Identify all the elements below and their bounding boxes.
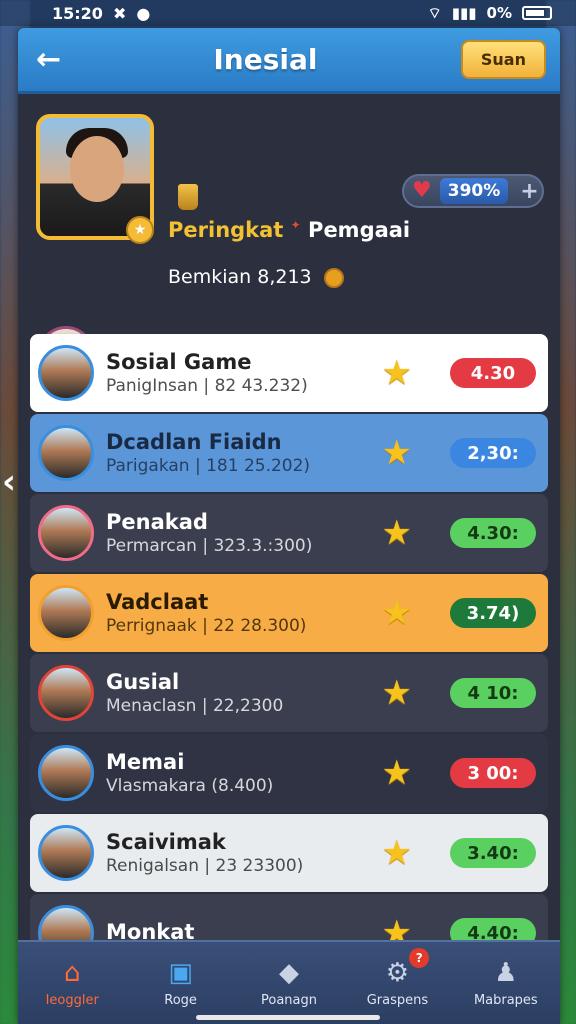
nav-label: Graspens [366, 992, 429, 1008]
star-icon: ★ [381, 833, 412, 873]
avatar [38, 425, 94, 481]
score-badge: 3.74) [450, 598, 536, 628]
player-detail: Permarcan | 323.3.:300) [106, 536, 313, 556]
nav-item-box[interactable]: ◆ Poanagn [235, 942, 343, 1024]
box-icon: ◆ [279, 957, 300, 988]
player-name: Vadclaat [106, 590, 209, 614]
profile-subtitle: Bemkian 8,213 [168, 266, 344, 288]
header-action-button[interactable]: Suan [460, 40, 546, 79]
leaderboard-row[interactable]: Scaivimak Renigalsan | 23 23300) ★ 3.40: [30, 814, 548, 892]
player-detail: Menaclasn | 22,2300 [106, 696, 284, 716]
star-icon: ★ [381, 513, 412, 553]
leaderboard-row[interactable]: Vadclaat Perrignaak | 22 28.300) ★ 3.74) [30, 574, 548, 652]
leaderboard-row[interactable]: Sosial Game PanigInsan | 82 43.232) ★ 4.… [30, 334, 548, 412]
add-hearts-icon[interactable]: + [520, 179, 538, 204]
profile-title-rank: Peringkat [168, 218, 284, 242]
notification-icon: ✖ [112, 3, 127, 23]
back-arrow-icon[interactable]: ← [36, 42, 70, 77]
leaderboard-list: Sosial Game PanigInsan | 82 43.232) ★ 4.… [30, 334, 548, 974]
avatar [38, 345, 94, 401]
player-name: Gusial [106, 670, 180, 694]
bottom-nav: ⌂ Ieoggler ▣ Roge ◆ Poanagn ⚙ ? Graspens… [18, 940, 560, 1024]
nav-label: Roge [164, 992, 197, 1008]
signal-icon: ▮▮▮ [451, 4, 477, 22]
page-title: Inesial [213, 43, 318, 76]
wifi-icon: ⌔ [427, 3, 442, 22]
player-detail: Parigakan | 181 25.202) [106, 456, 311, 476]
leaderboard-row[interactable]: Gusial Menaclasn | 22,2300 ★ 4 10: [30, 654, 548, 732]
star-icon: ★ [381, 673, 412, 713]
gear-icon: ⚙ [385, 957, 410, 988]
avatar [38, 825, 94, 881]
star-icon: ★ [381, 593, 412, 633]
score-badge: 2,30: [450, 438, 536, 468]
leaderboard-row[interactable]: Memai Vlasmakara (8.400) ★ 3 00: [30, 734, 548, 812]
app-header: ← Inesial Suan [18, 28, 560, 94]
leaderboard-row[interactable]: Dcadlan Fiaidn Parigakan | 181 25.202) ★… [30, 414, 548, 492]
player-detail: PanigInsan | 82 43.232) [106, 376, 308, 396]
player-name: Sosial Game [106, 350, 252, 374]
nav-label: Poanagn [261, 992, 318, 1008]
hearts-value: 390% [439, 178, 509, 204]
app-window: ← Inesial Suan ★ ♥ 390% + Peringkat ✦ Pe… [18, 28, 560, 1024]
level-badge-icon: ★ [126, 216, 154, 244]
nav-item-map[interactable]: ▣ Roge [126, 942, 234, 1024]
heart-icon: ♥ [412, 178, 432, 203]
player-detail: Vlasmakara (8.400) [106, 776, 274, 796]
profile-title-player: Pemgaai [308, 218, 411, 242]
avatar [38, 585, 94, 641]
hearts-counter[interactable]: ♥ 390% + [402, 174, 544, 208]
coin-icon [323, 267, 344, 288]
nav-label: Ieoggler [45, 992, 99, 1008]
score-badge: 4.30 [450, 358, 536, 388]
map-icon: ▣ [168, 957, 193, 988]
profile-title: Peringkat ✦ Pemgaai [168, 218, 410, 242]
player-name: Memai [106, 750, 185, 774]
avatar [38, 505, 94, 561]
leaderboard-row[interactable]: Penakad Permarcan | 323.3.:300) ★ 4.30: [30, 494, 548, 572]
spark-icon: ✦ [290, 218, 301, 232]
status-time: 15:20 [52, 3, 103, 23]
player-name: Dcadlan Fiaidn [106, 430, 282, 454]
trophy-icon [178, 184, 198, 210]
home-indicator[interactable] [196, 1015, 380, 1020]
person-icon: ♟ [494, 957, 518, 988]
nav-item-home[interactable]: ⌂ Ieoggler [18, 942, 126, 1024]
player-name: Penakad [106, 510, 208, 534]
star-icon: ★ [381, 353, 412, 393]
nav-item-profile[interactable]: ♟ Mabrapes [452, 942, 560, 1024]
star-icon: ★ [381, 433, 412, 473]
profile-section: ★ ♥ 390% + Peringkat ✦ Pemgaai Bemkian 8… [18, 94, 560, 382]
message-icon: ● [136, 3, 151, 23]
status-bar: 15:20 ✖ ● ⌔ ▮▮▮ 0% [0, 0, 576, 26]
battery-icon [522, 6, 552, 20]
score-badge: 3.40: [450, 838, 536, 868]
player-name: Scaivimak [106, 830, 226, 854]
score-badge: 4.30: [450, 518, 536, 548]
player-detail: Renigalsan | 23 23300) [106, 856, 304, 876]
nav-item-settings[interactable]: ⚙ ? Graspens [343, 942, 451, 1024]
score-badge: 3 00: [450, 758, 536, 788]
chevron-left-icon[interactable]: ‹ [2, 462, 16, 502]
player-detail: Perrignaak | 22 28.300) [106, 616, 307, 636]
nav-label: Mabrapes [473, 992, 538, 1008]
score-badge: 4 10: [450, 678, 536, 708]
notification-badge: ? [409, 948, 430, 968]
avatar [38, 745, 94, 801]
avatar [38, 665, 94, 721]
battery-percent: 0% [486, 4, 512, 22]
home-icon: ⌂ [63, 957, 81, 988]
star-icon: ★ [381, 753, 412, 793]
